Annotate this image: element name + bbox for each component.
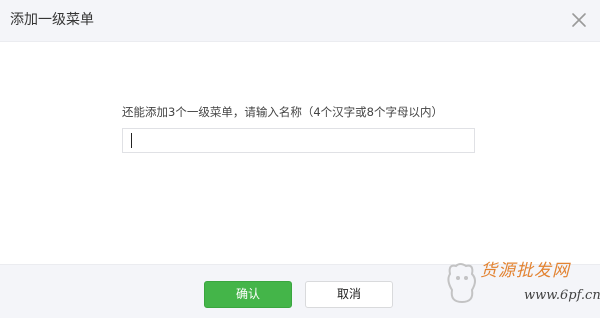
dialog-header: 添加一级菜单: [0, 0, 600, 42]
cancel-button[interactable]: 取消: [305, 281, 393, 308]
dialog-body: 还能添加3个一级菜单，请输入名称（4个汉字或8个字母以内）: [0, 42, 600, 264]
menu-name-hint: 还能添加3个一级菜单，请输入名称（4个汉字或8个字母以内）: [122, 105, 443, 119]
close-icon[interactable]: [570, 11, 588, 29]
menu-name-input[interactable]: [122, 128, 475, 153]
text-caret: [131, 133, 132, 148]
confirm-button[interactable]: 确认: [204, 281, 292, 308]
add-menu-dialog: 添加一级菜单 还能添加3个一级菜单，请输入名称（4个汉字或8个字母以内） 确认 …: [0, 0, 600, 318]
dialog-title: 添加一级菜单: [10, 12, 94, 28]
dialog-footer: 确认 取消: [0, 264, 600, 318]
